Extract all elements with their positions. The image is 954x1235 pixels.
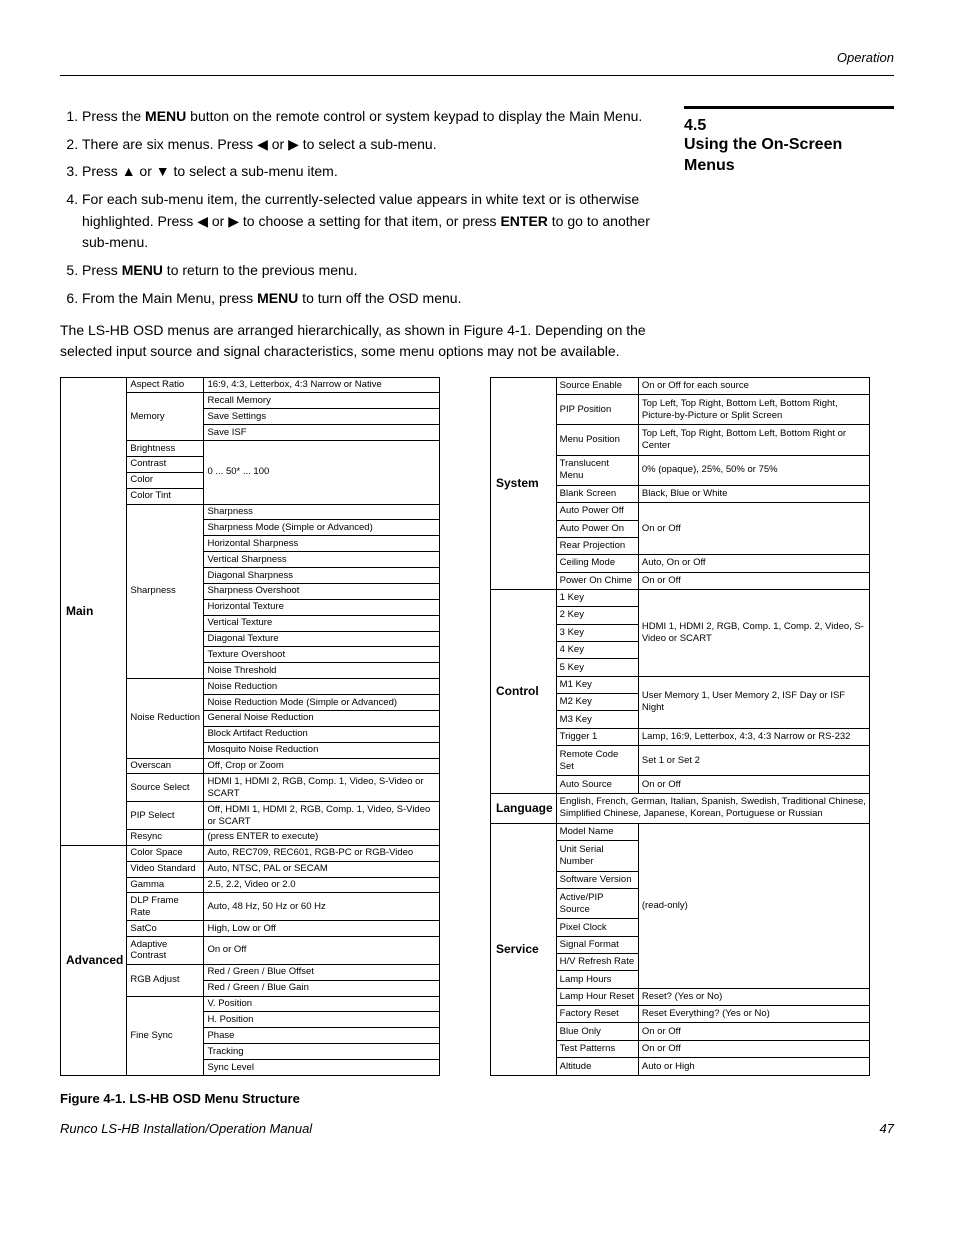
section-heading-block: 4.5 Using the On-Screen Menus [684, 106, 894, 377]
right-menu-table: System Source EnableOn or Off for each s… [490, 377, 870, 1076]
cat-service: Service [491, 823, 557, 1075]
cat-advanced: Advanced [61, 845, 127, 1075]
step-1: Press the MENU button on the remote cont… [82, 106, 654, 128]
section-title: Using the On-Screen Menus [684, 135, 894, 177]
footer-title: Runco LS-HB Installation/Operation Manua… [60, 1121, 312, 1136]
instructions-column: Press the MENU button on the remote cont… [60, 106, 654, 377]
header-divider [60, 75, 894, 76]
footer-page-number: 47 [880, 1121, 894, 1136]
step-4: For each sub-menu item, the currently-se… [82, 189, 654, 254]
step-3: Press ▲ or ▼ to select a sub-menu item. [82, 161, 654, 183]
figure-caption: Figure 4-1. LS-HB OSD Menu Structure [60, 1091, 894, 1106]
cat-main: Main [61, 377, 127, 845]
step-6: From the Main Menu, press MENU to turn o… [82, 288, 654, 310]
header-corner: Operation [60, 50, 894, 65]
cat-system: System [491, 377, 557, 589]
step-2: There are six menus. Press ◀ or ▶ to sel… [82, 134, 654, 156]
steps-list: Press the MENU button on the remote cont… [60, 106, 654, 310]
cat-language: Language [491, 793, 557, 823]
step-5: Press MENU to return to the previous men… [82, 260, 654, 282]
left-menu-table: Main Aspect Ratio 16:9, 4:3, Letterbox, … [60, 377, 440, 1076]
cat-control: Control [491, 589, 557, 793]
description-paragraph: The LS-HB OSD menus are arranged hierarc… [60, 320, 654, 362]
section-number: 4.5 [684, 117, 894, 135]
